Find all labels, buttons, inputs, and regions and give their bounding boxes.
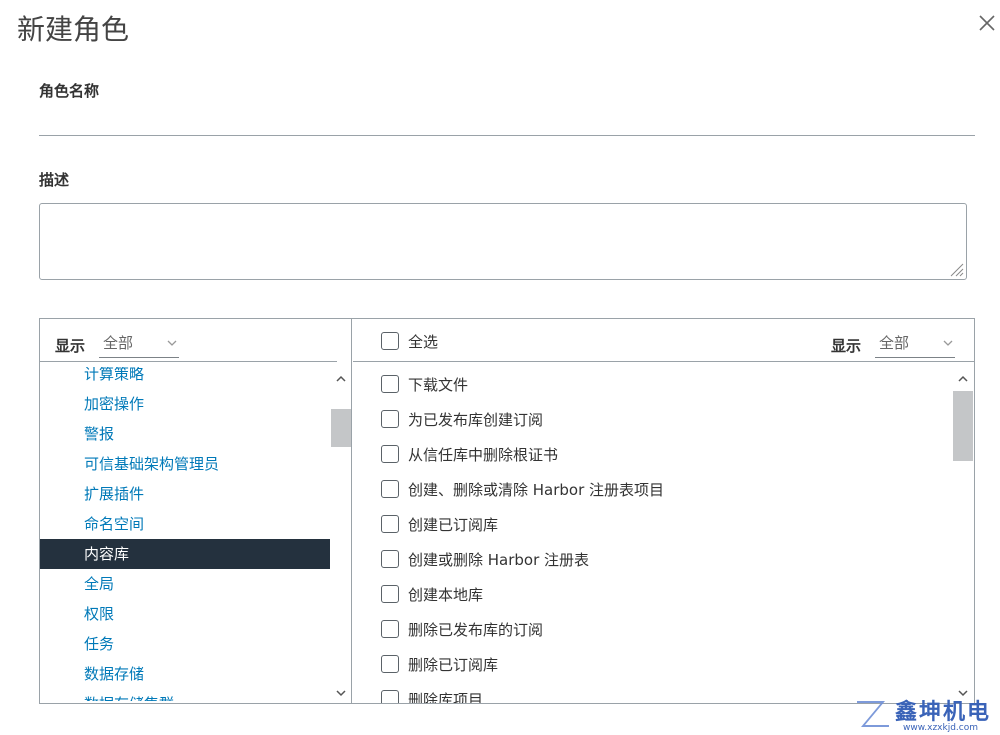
privilege-item[interactable]: 创建或删除 Harbor 注册表 (381, 544, 589, 574)
checkbox-box[interactable] (381, 410, 399, 428)
category-item-selected[interactable]: 内容库 (40, 539, 330, 569)
checkbox-box[interactable] (381, 375, 399, 393)
privilege-label: 为已发布库创建订阅 (408, 410, 544, 429)
category-scrollbar[interactable] (331, 369, 351, 703)
role-name-label: 角色名称 (39, 82, 100, 100)
checkbox-box[interactable] (381, 332, 399, 350)
chevron-down-icon (167, 340, 177, 346)
privilege-label: 下载文件 (408, 375, 469, 394)
resize-grip-icon[interactable] (947, 260, 965, 278)
select-all-label: 全选 (408, 332, 439, 351)
privilege-label: 删除已订阅库 (408, 655, 499, 674)
category-item[interactable]: 可信基础架构管理员 (40, 449, 330, 479)
watermark-url: www.xzxkjd.com (903, 723, 979, 733)
privilege-item[interactable]: 删除已订阅库 (381, 649, 498, 679)
category-item[interactable]: 计算策略 (40, 367, 330, 389)
privilege-filter-value: 全部 (879, 334, 910, 352)
privilege-filter: 显示 全部 (831, 332, 956, 358)
privilege-pane: 全选 显示 全部 下载文件 为已发布库创建订阅 从信任库中删除根证书 创建、删除… (353, 319, 974, 703)
category-item[interactable]: 全局 (40, 569, 330, 599)
privilege-label: 从信任库中删除根证书 (408, 445, 559, 464)
scroll-up-icon[interactable] (333, 371, 349, 387)
category-scroll-thumb[interactable] (331, 409, 351, 447)
privilege-label: 创建已订阅库 (408, 515, 499, 534)
privilege-label: 创建、删除或清除 Harbor 注册表项目 (408, 480, 665, 499)
checkbox-box[interactable] (381, 690, 399, 703)
category-list: 计算策略 加密操作 警报 可信基础架构管理员 扩展插件 命名空间 内容库 全局 … (40, 367, 330, 701)
privilege-scroll-thumb[interactable] (953, 391, 973, 461)
checkbox-box[interactable] (381, 585, 399, 603)
close-icon (979, 15, 995, 31)
checkbox-box[interactable] (381, 480, 399, 498)
category-filter-label: 显示 (55, 336, 86, 355)
category-item[interactable]: 任务 (40, 629, 330, 659)
checkbox-box[interactable] (381, 620, 399, 638)
select-all-checkbox[interactable]: 全选 (381, 329, 438, 353)
privilege-filter-select[interactable]: 全部 (875, 332, 956, 358)
category-item[interactable]: 数据存储集群 (40, 689, 330, 701)
category-item[interactable]: 扩展插件 (40, 479, 330, 509)
category-filter-value: 全部 (103, 334, 134, 352)
category-item[interactable]: 命名空间 (40, 509, 330, 539)
close-button[interactable] (976, 12, 1000, 42)
brand-logo-icon (857, 701, 889, 727)
watermark: 鑫坤机电 www.xzxkjd.com (855, 694, 1000, 734)
privilege-item[interactable]: 下载文件 (381, 369, 468, 399)
privilege-item[interactable]: 删除已发布库的订阅 (381, 614, 543, 644)
dialog-title: 新建角色 (17, 13, 130, 46)
privilege-item[interactable]: 从信任库中删除根证书 (381, 439, 558, 469)
description-label: 描述 (39, 171, 70, 189)
privilege-item[interactable]: 删除库项目 (381, 684, 483, 703)
privilege-item[interactable]: 创建已订阅库 (381, 509, 498, 539)
privilege-list: 下载文件 为已发布库创建订阅 从信任库中删除根证书 创建、删除或清除 Harbo… (353, 369, 953, 703)
privilege-label: 创建本地库 (408, 585, 484, 604)
watermark-brand: 鑫坤机电 (895, 700, 992, 725)
category-filter: 显示 全部 (55, 332, 180, 358)
scroll-up-icon[interactable] (955, 371, 971, 387)
category-item[interactable]: 数据存储 (40, 659, 330, 689)
checkbox-box[interactable] (381, 550, 399, 568)
privilege-label: 创建或删除 Harbor 注册表 (408, 550, 590, 569)
checkbox-box[interactable] (381, 445, 399, 463)
checkbox-box[interactable] (381, 515, 399, 533)
role-name-input[interactable] (39, 106, 975, 136)
privilege-item[interactable]: 创建本地库 (381, 579, 483, 609)
privilege-label: 删除库项目 (408, 690, 484, 704)
privileges-panel: 显示 全部 计算策略 加密操作 警报 可信基础架构管理员 扩展插件 命名空间 内… (39, 318, 975, 704)
privilege-label: 删除已发布库的订阅 (408, 620, 544, 639)
category-item[interactable]: 加密操作 (40, 389, 330, 419)
category-pane: 显示 全部 计算策略 加密操作 警报 可信基础架构管理员 扩展插件 命名空间 内… (40, 319, 352, 703)
chevron-down-icon (943, 340, 953, 346)
checkbox-box[interactable] (381, 655, 399, 673)
category-filter-select[interactable]: 全部 (99, 332, 180, 358)
description-textarea[interactable] (39, 203, 967, 280)
privilege-item[interactable]: 为已发布库创建订阅 (381, 404, 543, 434)
scroll-down-icon[interactable] (333, 685, 349, 701)
category-item[interactable]: 权限 (40, 599, 330, 629)
privilege-scrollbar[interactable] (953, 369, 973, 703)
category-item[interactable]: 警报 (40, 419, 330, 449)
privilege-item[interactable]: 创建、删除或清除 Harbor 注册表项目 (381, 474, 664, 504)
privilege-filter-label: 显示 (831, 336, 862, 355)
